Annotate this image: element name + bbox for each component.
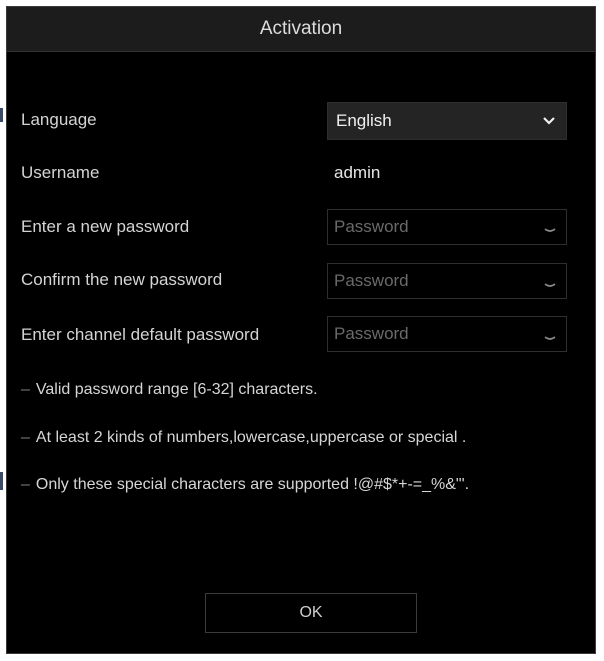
left-edge-marker [0, 472, 3, 490]
eye-icon[interactable] [544, 317, 556, 364]
password-rule-note: – Valid password range [6-32] characters. [21, 381, 318, 398]
new-password-field[interactable]: Password [327, 209, 567, 245]
eye-icon[interactable] [544, 264, 556, 311]
confirm-password-placeholder: Password [334, 271, 409, 290]
language-label: Language [21, 110, 97, 129]
activation-dialog: Activation Language English Username adm… [6, 6, 596, 654]
ok-button[interactable]: OK [205, 593, 417, 633]
confirm-password-field[interactable]: Password [327, 263, 567, 299]
username-label: Username [21, 163, 100, 182]
chevron-down-icon [542, 103, 556, 153]
new-password-placeholder: Password [334, 217, 409, 236]
language-value: English [336, 111, 392, 130]
left-edge-marker [0, 108, 3, 122]
password-rule-note: – Only these special characters are suppo… [21, 476, 470, 493]
language-select[interactable]: English [327, 102, 567, 140]
channel-password-field[interactable]: Password [327, 316, 567, 352]
password-rule-note: – At least 2 kinds of numbers,lowercase,u… [21, 429, 467, 446]
username-value: admin [334, 163, 381, 182]
new-password-label: Enter a new password [21, 217, 190, 236]
confirm-password-label: Confirm the new password [21, 270, 223, 289]
eye-icon[interactable] [544, 210, 556, 257]
dialog-title: Activation [7, 7, 595, 52]
channel-password-placeholder: Password [334, 324, 409, 343]
channel-password-label: Enter channel default password [21, 325, 260, 344]
